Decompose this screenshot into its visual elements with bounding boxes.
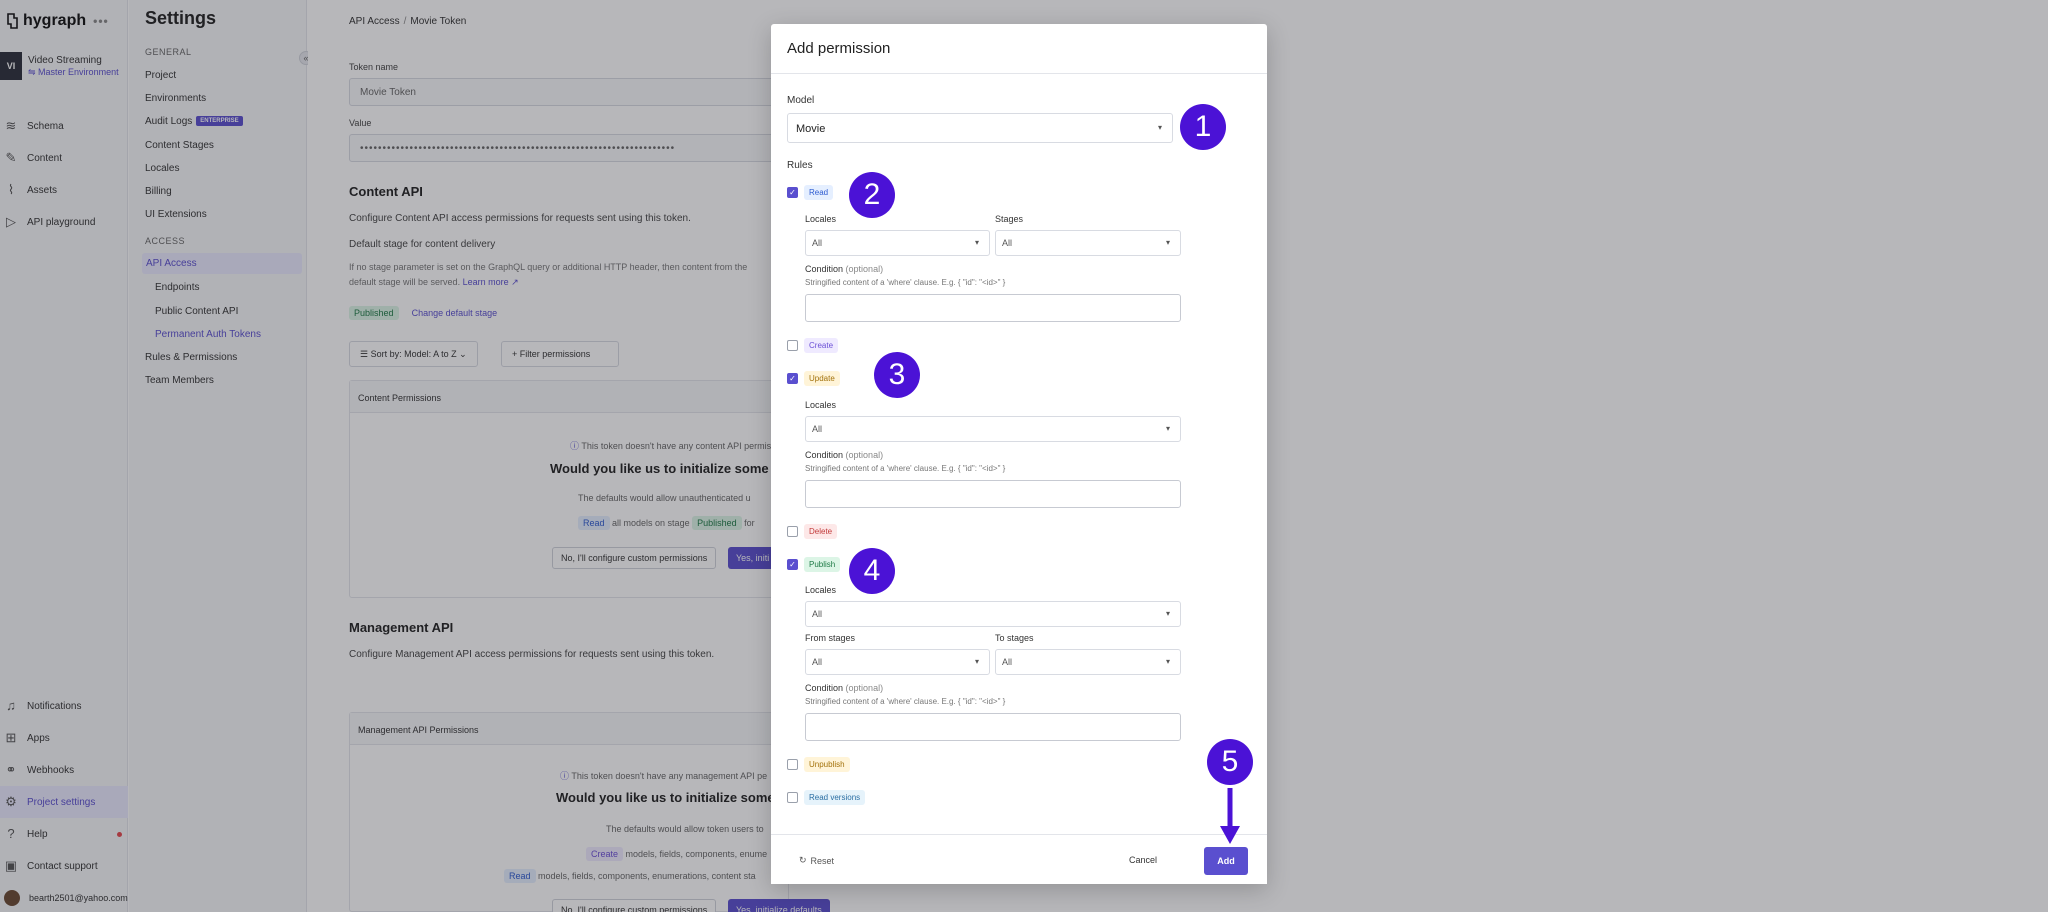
publish-locales-label: Locales bbox=[805, 585, 837, 595]
refresh-icon: ↻ bbox=[799, 855, 807, 865]
annotation-2: 2 bbox=[849, 172, 895, 218]
reset-button[interactable]: ↻ Reset bbox=[799, 855, 834, 866]
publish-locales-select[interactable]: All ▾ bbox=[805, 601, 1181, 627]
model-select[interactable]: Movie ▾ bbox=[787, 113, 1173, 143]
update-tag: Update bbox=[804, 371, 840, 386]
modal-footer: ↻ Reset Cancel Add bbox=[771, 834, 1267, 884]
delete-checkbox[interactable] bbox=[787, 526, 798, 537]
read-locales-label: Locales bbox=[805, 214, 837, 224]
publish-tag: Publish bbox=[804, 557, 841, 572]
from-stages-select[interactable]: All ▾ bbox=[805, 649, 990, 675]
publish-condition-input[interactable] bbox=[805, 713, 1181, 741]
cancel-button[interactable]: Cancel bbox=[1129, 855, 1157, 865]
update-condition-label: Condition (optional) bbox=[805, 450, 884, 460]
publish-checkbox[interactable]: ✓ bbox=[787, 559, 798, 570]
to-stages-select[interactable]: All ▾ bbox=[995, 649, 1181, 675]
annotation-3: 3 bbox=[874, 352, 920, 398]
chevron-down-icon: ▾ bbox=[1165, 424, 1170, 433]
update-locales-label: Locales bbox=[805, 400, 837, 410]
to-stages-label: To stages bbox=[995, 633, 1034, 643]
update-locales-select[interactable]: All ▾ bbox=[805, 416, 1181, 442]
modal-title: Add permission bbox=[771, 24, 1267, 74]
publish-condition-hint: Stringified content of a 'where' clause.… bbox=[805, 697, 1006, 706]
annotation-1: 1 bbox=[1180, 104, 1226, 150]
read-tag: Read bbox=[804, 185, 834, 200]
add-button[interactable]: Add bbox=[1204, 847, 1248, 875]
from-stages-label: From stages bbox=[805, 633, 856, 643]
read-condition-input[interactable] bbox=[805, 294, 1181, 322]
chevron-down-icon: ▾ bbox=[974, 657, 979, 666]
delete-tag: Delete bbox=[804, 524, 838, 539]
read-stages-label: Stages bbox=[995, 214, 1024, 224]
model-label: Model bbox=[787, 95, 815, 106]
read-versions-checkbox[interactable] bbox=[787, 792, 798, 803]
publish-condition-label: Condition (optional) bbox=[805, 683, 884, 693]
update-condition-hint: Stringified content of a 'where' clause.… bbox=[805, 464, 1006, 473]
create-tag: Create bbox=[804, 338, 839, 353]
unpublish-checkbox[interactable] bbox=[787, 759, 798, 770]
add-permission-modal: Add permission Model Movie ▾ Rules ✓ Read… bbox=[771, 24, 1267, 884]
annotation-5: 5 bbox=[1207, 739, 1253, 785]
update-checkbox[interactable]: ✓ bbox=[787, 373, 798, 384]
chevron-down-icon: ▾ bbox=[1165, 657, 1170, 666]
chevron-down-icon: ▾ bbox=[1157, 123, 1162, 132]
create-checkbox[interactable] bbox=[787, 340, 798, 351]
read-stages-select[interactable]: All ▾ bbox=[995, 230, 1181, 256]
annotation-4: 4 bbox=[849, 548, 895, 594]
rules-label: Rules bbox=[787, 160, 813, 171]
unpublish-tag: Unpublish bbox=[804, 757, 850, 772]
chevron-down-icon: ▾ bbox=[974, 238, 979, 247]
chevron-down-icon: ▾ bbox=[1165, 609, 1170, 618]
update-condition-input[interactable] bbox=[805, 480, 1181, 508]
read-checkbox[interactable]: ✓ bbox=[787, 187, 798, 198]
read-versions-tag: Read versions bbox=[804, 790, 866, 805]
annotation-arrow-down-icon bbox=[1220, 788, 1240, 844]
read-condition-label: Condition (optional) bbox=[805, 264, 884, 274]
chevron-down-icon: ▾ bbox=[1165, 238, 1170, 247]
read-locales-select[interactable]: All ▾ bbox=[805, 230, 990, 256]
read-condition-hint: Stringified content of a 'where' clause.… bbox=[805, 278, 1006, 287]
